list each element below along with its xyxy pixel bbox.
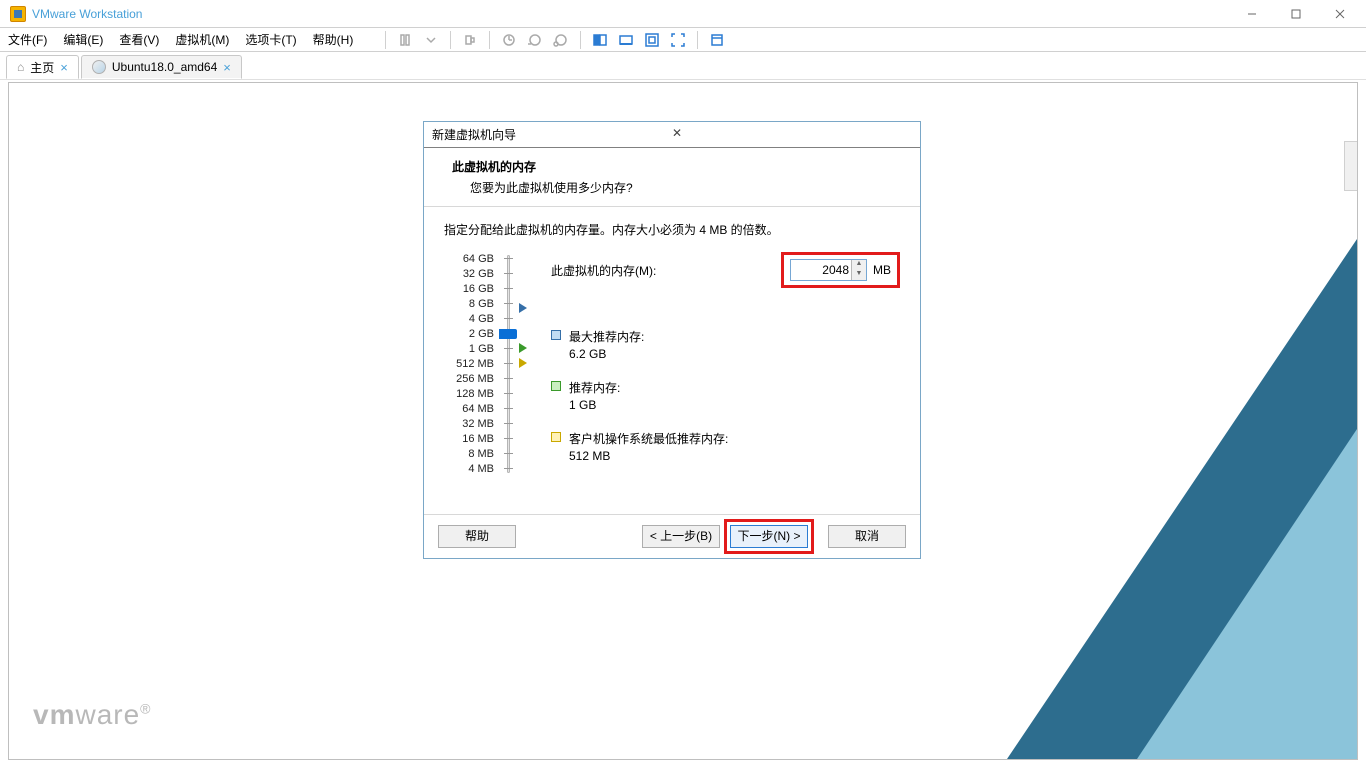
- titlebar: VMware Workstation: [0, 0, 1366, 28]
- dialog-body: 指定分配给此虚拟机的内存量。内存大小必须为 4 MB 的倍数。 64 GB 32…: [424, 207, 920, 514]
- help-button[interactable]: 帮助: [438, 525, 516, 548]
- back-button[interactable]: < 上一步(B): [642, 525, 720, 548]
- tab-vm[interactable]: Ubuntu18.0_amd64 ×: [81, 55, 242, 79]
- rec-min-row: 客户机操作系统最低推荐内存: 512 MB: [551, 430, 900, 463]
- marker-min-icon: [519, 358, 527, 368]
- snapshot-revert-icon: [550, 29, 572, 51]
- rec-max-value: 6.2 GB: [569, 347, 644, 361]
- dialog-title: 新建虚拟机向导: [432, 126, 672, 143]
- marker-rec-icon: [519, 343, 527, 353]
- rec-label: 推荐内存:: [569, 379, 620, 396]
- rec-max-row: 最大推荐内存: 6.2 GB: [551, 328, 900, 361]
- dialog-titlebar: 新建虚拟机向导 ✕: [424, 122, 920, 148]
- memory-input-row: 此虚拟机的内存(M): ▲▼ MB: [551, 252, 900, 288]
- menu-vm[interactable]: 虚拟机(M): [175, 31, 229, 48]
- view-fullscreen-icon[interactable]: [667, 29, 689, 51]
- menu-file[interactable]: 文件(F): [8, 31, 47, 48]
- menu-help[interactable]: 帮助(H): [313, 31, 354, 48]
- menubar: 文件(F) 编辑(E) 查看(V) 虚拟机(M) 选项卡(T) 帮助(H): [0, 28, 1366, 52]
- rec-value: 1 GB: [569, 398, 620, 412]
- memory-slider[interactable]: [497, 252, 521, 487]
- usb-device-icon: [459, 29, 481, 51]
- app-icon: [10, 6, 26, 22]
- menu-edit[interactable]: 编辑(E): [63, 31, 103, 48]
- close-button[interactable]: [1318, 0, 1362, 28]
- toolbar: [369, 29, 728, 51]
- rec-square-icon: [551, 381, 561, 391]
- memory-spinner[interactable]: ▲▼: [790, 259, 867, 281]
- dialog-header-subtitle: 您要为此虚拟机使用多少内存?: [452, 179, 896, 196]
- view-stretch-icon[interactable]: [615, 29, 637, 51]
- dialog-close-button[interactable]: ✕: [672, 126, 912, 144]
- vmware-logo: vmware®: [33, 699, 152, 731]
- view-fit-icon[interactable]: [641, 29, 663, 51]
- spinner-arrows[interactable]: ▲▼: [851, 260, 866, 280]
- memory-config-area: 64 GB 32 GB 16 GB 8 GB 4 GB 2 GB 1 GB 51…: [444, 252, 900, 487]
- view-console-icon[interactable]: [589, 29, 611, 51]
- next-button-highlight: 下一步(N) >: [724, 519, 814, 554]
- view-unity-icon[interactable]: [706, 29, 728, 51]
- snapshot-icon: [498, 29, 520, 51]
- next-button[interactable]: 下一步(N) >: [730, 525, 808, 548]
- minimize-button[interactable]: [1230, 0, 1274, 28]
- maximize-button[interactable]: [1274, 0, 1318, 28]
- tab-vm-label: Ubuntu18.0_amd64: [112, 60, 217, 74]
- background-triangle-light: [1137, 429, 1357, 759]
- window-title: VMware Workstation: [32, 7, 1230, 21]
- menu-tabs[interactable]: 选项卡(T): [245, 31, 296, 48]
- min-square-icon: [551, 432, 561, 442]
- memory-unit: MB: [873, 263, 891, 277]
- new-vm-wizard-dialog: 新建虚拟机向导 ✕ 此虚拟机的内存 您要为此虚拟机使用多少内存? 指定分配给此虚…: [423, 121, 921, 559]
- memory-input-highlight: ▲▼ MB: [781, 252, 900, 288]
- memory-input[interactable]: [791, 260, 851, 280]
- max-square-icon: [551, 330, 561, 340]
- rec-min-label: 客户机操作系统最低推荐内存:: [569, 430, 728, 447]
- vm-disc-icon: [92, 60, 106, 74]
- tab-close-icon[interactable]: ×: [60, 60, 68, 75]
- tab-home-label: 主页: [30, 59, 54, 76]
- body-description: 指定分配给此虚拟机的内存量。内存大小必须为 4 MB 的倍数。: [444, 221, 900, 238]
- menu-view[interactable]: 查看(V): [119, 31, 159, 48]
- memory-input-label: 此虚拟机的内存(M):: [551, 262, 781, 279]
- rec-min-value: 512 MB: [569, 449, 728, 463]
- power-pause-icon: [394, 29, 416, 51]
- cancel-button[interactable]: 取消: [828, 525, 906, 548]
- tab-home[interactable]: ⌂ 主页 ×: [6, 55, 79, 79]
- workspace: vmware® 新建虚拟机向导 ✕ 此虚拟机的内存 您要为此虚拟机使用多少内存?…: [8, 82, 1358, 760]
- dialog-header-title: 此虚拟机的内存: [452, 158, 896, 175]
- rec-max-label: 最大推荐内存:: [569, 328, 644, 345]
- slider-thumb[interactable]: [499, 329, 517, 339]
- tabstrip: ⌂ 主页 × Ubuntu18.0_amd64 ×: [0, 52, 1366, 80]
- home-icon: ⌂: [17, 60, 24, 74]
- marker-max-icon: [519, 303, 527, 313]
- dialog-header: 此虚拟机的内存 您要为此虚拟机使用多少内存?: [424, 148, 920, 207]
- snapshot-manage-icon: [524, 29, 546, 51]
- scrollbar-stub[interactable]: [1344, 141, 1358, 191]
- memory-info-column: 此虚拟机的内存(M): ▲▼ MB 最大推荐内存:: [521, 252, 900, 481]
- tab-close-icon[interactable]: ×: [223, 60, 231, 75]
- window-controls: [1230, 0, 1362, 28]
- dialog-footer: 帮助 < 上一步(B) 下一步(N) > 取消: [424, 514, 920, 558]
- slider-labels: 64 GB 32 GB 16 GB 8 GB 4 GB 2 GB 1 GB 51…: [444, 252, 494, 477]
- power-dropdown-icon[interactable]: [420, 29, 442, 51]
- rec-row: 推荐内存: 1 GB: [551, 379, 900, 412]
